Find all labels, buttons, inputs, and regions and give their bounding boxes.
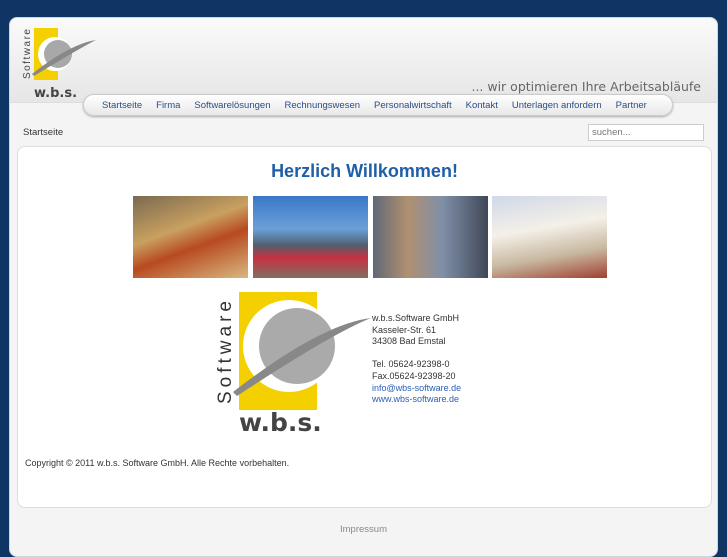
svg-text:Software: Software: [22, 28, 33, 79]
search-input[interactable]: [588, 124, 704, 141]
header: Software w.b.s. ... wir optimieren Ihre …: [10, 18, 717, 103]
nav-personalwirtschaft[interactable]: Personalwirtschaft: [374, 100, 452, 111]
nav-kontakt[interactable]: Kontakt: [466, 100, 498, 111]
nav-partner[interactable]: Partner: [616, 100, 647, 111]
content-box: Herzlich Willkommen! Software w.b.s. w.b…: [17, 146, 712, 508]
breadcrumb: Startseite: [23, 127, 64, 138]
page-title: Herzlich Willkommen!: [271, 161, 458, 181]
phone: Tel. 05624-92398-0: [372, 359, 450, 370]
impressum-link[interactable]: Impressum: [340, 524, 387, 535]
nav-unterlagen-anfordern[interactable]: Unterlagen anfordern: [512, 100, 602, 111]
nav-firma[interactable]: Firma: [156, 100, 180, 111]
copyright: Copyright © 2011 w.b.s. Software GmbH. A…: [25, 458, 290, 468]
photo-warehouse: [373, 196, 488, 278]
page-panel: Software w.b.s. ... wir optimieren Ihre …: [9, 17, 718, 557]
company-logo: Software w.b.s.: [211, 284, 371, 437]
svg-text:w.b.s.: w.b.s.: [239, 408, 322, 434]
nav-rechnungswesen[interactable]: Rechnungswesen: [284, 100, 360, 111]
street: Kasseler-Str. 61: [372, 324, 437, 335]
photo-books: [492, 196, 607, 278]
main-nav: Startseite Firma Softwarelösungen Rechnu…: [83, 94, 673, 116]
website-link[interactable]: www.wbs-software.de: [372, 394, 461, 406]
svg-text:w.b.s.: w.b.s.: [34, 86, 77, 101]
nav-startseite[interactable]: Startseite: [102, 100, 142, 111]
email-link[interactable]: info@wbs-software.de: [372, 383, 461, 395]
city: 34308 Bad Emstal: [372, 336, 446, 347]
photo-scrapyard: [253, 196, 368, 278]
logo[interactable]: Software w.b.s.: [20, 24, 100, 102]
slogan: ... wir optimieren Ihre Arbeitsabläufe: [471, 79, 701, 94]
nav-softwareloesungen[interactable]: Softwarelösungen: [194, 100, 270, 111]
svg-text:Software: Software: [215, 297, 236, 404]
company-name: w.b.s.Software GmbH: [372, 313, 460, 323]
fax: Fax.05624-92398-20: [372, 370, 456, 381]
company-address: w.b.s.Software GmbH Kasseler-Str. 61 343…: [372, 313, 461, 406]
photo-truck: [133, 196, 248, 278]
